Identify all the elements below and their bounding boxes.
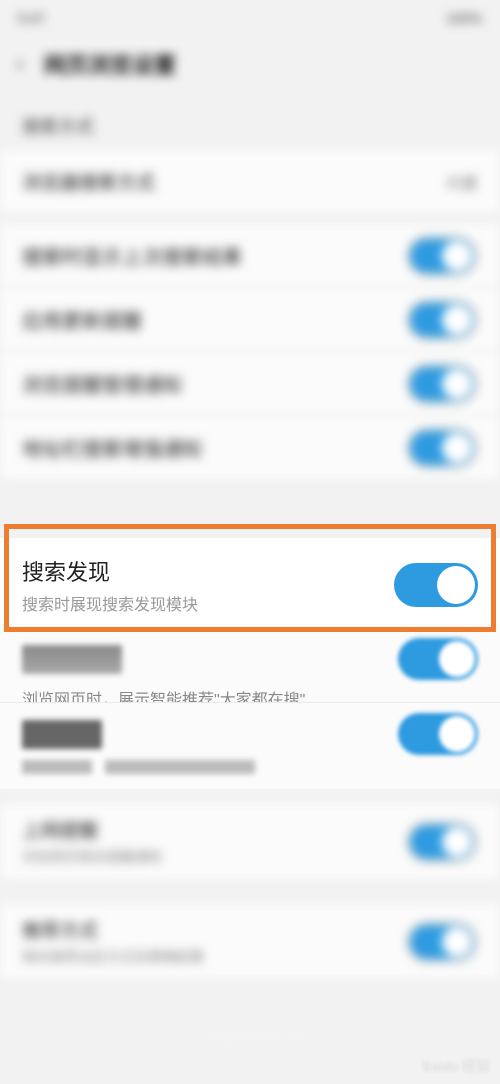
row-sub [22,760,478,779]
toggle-row-1[interactable]: 应用更新提醒 [0,288,500,352]
toggle-switch[interactable] [406,299,478,341]
watermark-faint: jingyan.baidu.com [210,1030,360,1046]
toggle-switch[interactable] [398,713,478,755]
toggle-row-bottom-1[interactable]: 推荐方式 相关推荐设定方式及策略配置 [0,904,500,980]
row-value: 内置 [446,170,478,194]
status-right: 100% [446,10,482,26]
search-discovery-title: 搜索发现 [22,555,394,587]
back-icon[interactable]: ‹ [16,50,24,78]
toggle-label: 浏览提醒管理通知 [22,369,406,398]
watermark: Baidu 经验 [422,1056,490,1076]
row-title: 上网提醒 [22,816,406,843]
search-discovery-subtitle: 搜索时展现搜索发现模块 [22,591,394,615]
toggle-switch[interactable] [406,427,478,469]
toggle-label: 搜索时显示上次搜索结果 [22,241,406,270]
row-title: 推荐方式 [22,916,406,943]
status-left: 5:47 [18,10,45,26]
toggle-row-bottom-0[interactable]: 上网提醒 浏览网页相关提醒通知 [0,804,500,880]
toggle-switch[interactable] [398,638,478,680]
setting-row-page-rec[interactable]: 页面推荐 [0,702,500,789]
section-label: 搜索方式 [22,113,94,139]
section-bottom: 上网提醒 浏览网页相关提醒通知 推荐方式 相关推荐设定方式及策略配置 [0,790,500,980]
toggle-row-3[interactable]: 地址栏搜索增强通知 [0,416,500,480]
row-sub: 相关推荐设定方式及策略配置 [22,947,406,967]
row-title: 页面推荐 [22,720,398,749]
page-title: 网页浏览设置 [44,48,176,80]
row-label: 浏览器搜索方式 [22,168,446,195]
status-bar: 5:47 100% [0,0,500,36]
toggle-row-2[interactable]: 浏览提醒管理通知 [0,352,500,416]
toggle-switch[interactable] [406,235,478,277]
toggle-row-0[interactable]: 搜索时显示上次搜索结果 [0,224,500,288]
toggle-label: 应用更新提醒 [22,305,406,334]
setting-row-search-mode[interactable]: 浏览器搜索方式 内置 [0,150,500,214]
row-title: 大家都在搜 [22,645,398,674]
section-header-1: 搜索方式 [0,102,500,150]
toggle-label: 地址栏搜索增强通知 [22,433,406,462]
toggle-switch[interactable] [406,821,478,863]
row-sub: 浏览网页相关提醒通知 [22,847,406,867]
toggle-switch[interactable] [406,363,478,405]
censored-text: 大家都在搜 [22,645,122,674]
search-discovery-toggle[interactable] [394,563,478,607]
header: ‹ 网页浏览设置 [0,36,500,92]
toggle-switch[interactable] [406,921,478,963]
setting-row-search-discovery[interactable]: 搜索发现 搜索时展现搜索发现模块 [0,538,500,632]
